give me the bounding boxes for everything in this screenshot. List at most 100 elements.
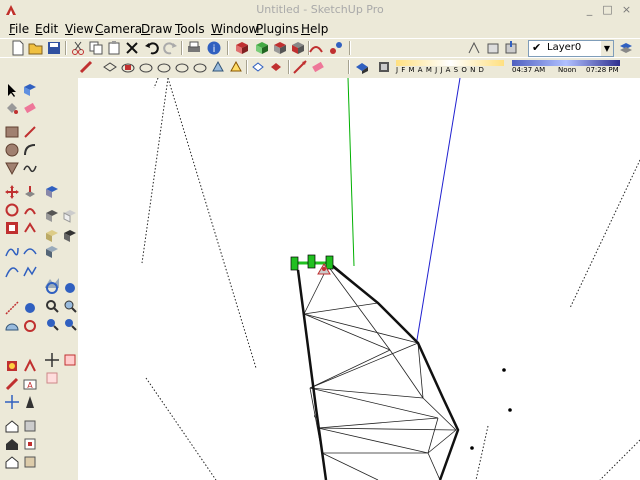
cut-icon[interactable] bbox=[70, 40, 86, 56]
solid-union-icon[interactable] bbox=[44, 208, 60, 224]
model-viewport[interactable] bbox=[78, 78, 640, 480]
protractor-icon[interactable] bbox=[4, 318, 20, 334]
extension-warehouse-icon[interactable] bbox=[22, 436, 38, 452]
iso-view-icon[interactable] bbox=[102, 59, 118, 75]
spline-icon[interactable] bbox=[22, 244, 38, 260]
undo-icon[interactable] bbox=[144, 40, 160, 56]
maximize-button[interactable]: □ bbox=[601, 4, 614, 16]
zoom-extents-icon[interactable] bbox=[44, 316, 60, 332]
save-icon[interactable] bbox=[46, 40, 62, 56]
shaded-style-icon[interactable] bbox=[268, 59, 284, 75]
walk-icon[interactable] bbox=[44, 370, 60, 386]
eraser-icon[interactable] bbox=[310, 59, 326, 75]
intersect-icon[interactable] bbox=[44, 184, 60, 200]
minimize-button[interactable]: _ bbox=[583, 4, 596, 16]
warehouse-tool-icon[interactable] bbox=[4, 418, 20, 434]
arc-icon[interactable] bbox=[22, 142, 38, 158]
open-folder-icon[interactable] bbox=[28, 40, 44, 56]
hidden-line-style-icon[interactable] bbox=[250, 59, 266, 75]
dynamic-component-icon[interactable] bbox=[272, 40, 288, 56]
polyline-icon[interactable] bbox=[22, 264, 38, 280]
get-models-icon[interactable] bbox=[485, 40, 501, 56]
look-around-tool-icon[interactable] bbox=[4, 394, 20, 410]
erase-icon[interactable] bbox=[124, 40, 140, 56]
xray-style-icon[interactable] bbox=[210, 59, 226, 75]
redo-icon[interactable] bbox=[162, 40, 178, 56]
pan-icon[interactable] bbox=[62, 280, 78, 296]
push-pull-icon[interactable] bbox=[22, 184, 38, 200]
move-tool-icon[interactable] bbox=[4, 184, 20, 200]
freehand-icon[interactable] bbox=[22, 160, 38, 176]
look-around-icon[interactable] bbox=[62, 352, 78, 368]
zoom-icon[interactable] bbox=[44, 298, 60, 314]
layer-manager-icon[interactable] bbox=[618, 40, 634, 56]
dimension-icon[interactable] bbox=[4, 300, 20, 316]
top-view-icon[interactable] bbox=[120, 59, 136, 75]
menu-draw[interactable]: Draw bbox=[141, 22, 172, 36]
share-model-icon[interactable] bbox=[503, 40, 519, 56]
left-view-icon[interactable] bbox=[192, 59, 208, 75]
orbit-icon[interactable] bbox=[44, 280, 60, 296]
pencil-icon[interactable] bbox=[78, 59, 94, 75]
front-view-icon[interactable] bbox=[138, 59, 154, 75]
sandbox-scratch-icon[interactable] bbox=[328, 40, 344, 56]
components-browser-icon[interactable] bbox=[22, 418, 38, 434]
tape-measure-icon[interactable] bbox=[22, 300, 38, 316]
wireframe-style-icon[interactable] bbox=[228, 59, 244, 75]
label-icon[interactable]: A bbox=[22, 376, 38, 392]
selection-grip[interactable] bbox=[290, 256, 299, 271]
walk-tool-icon[interactable] bbox=[22, 394, 38, 410]
offset-icon[interactable] bbox=[22, 220, 38, 236]
rotate-icon[interactable] bbox=[4, 202, 20, 218]
bezier-curve-icon[interactable] bbox=[4, 244, 20, 260]
building-maker-icon[interactable] bbox=[4, 454, 20, 470]
menu-plugins[interactable]: Plugins bbox=[256, 22, 299, 36]
make-component-icon[interactable] bbox=[234, 40, 250, 56]
rectangle-icon[interactable] bbox=[4, 124, 20, 140]
move-icon[interactable] bbox=[292, 59, 308, 75]
line-icon[interactable] bbox=[22, 124, 38, 140]
circle-icon[interactable] bbox=[4, 142, 20, 158]
paint-bucket-icon[interactable] bbox=[4, 100, 20, 116]
scale-icon[interactable] bbox=[4, 220, 20, 236]
shadow-settings-icon[interactable] bbox=[354, 59, 370, 75]
menu-camera[interactable]: Camera bbox=[95, 22, 142, 36]
chevron-down-icon[interactable]: ▼ bbox=[601, 41, 613, 56]
section-plane-icon[interactable] bbox=[22, 318, 38, 334]
model-info-icon[interactable]: i bbox=[206, 40, 222, 56]
back-view-icon[interactable] bbox=[174, 59, 190, 75]
solid-outer-shell-icon[interactable] bbox=[62, 208, 78, 224]
menu-edit[interactable]: Edit bbox=[35, 22, 58, 36]
3d-text-icon[interactable] bbox=[4, 376, 20, 392]
solid-subtract-icon[interactable] bbox=[44, 228, 60, 244]
copy-icon[interactable] bbox=[88, 40, 104, 56]
new-file-icon[interactable] bbox=[10, 40, 26, 56]
drawing-canvas[interactable] bbox=[78, 78, 640, 480]
polygon-icon[interactable] bbox=[4, 160, 20, 176]
warehouse-icon[interactable] bbox=[466, 40, 482, 56]
interact-icon[interactable] bbox=[290, 40, 306, 56]
solid-trim-icon[interactable] bbox=[62, 228, 78, 244]
paste-icon[interactable] bbox=[106, 40, 122, 56]
sandbox-from-contours-icon[interactable] bbox=[308, 40, 324, 56]
display-shadows-icon[interactable] bbox=[376, 59, 392, 75]
selection-grip[interactable] bbox=[307, 254, 316, 269]
zoom-window-icon[interactable] bbox=[62, 298, 78, 314]
axes-icon[interactable] bbox=[4, 358, 20, 374]
menu-view[interactable]: View bbox=[65, 22, 93, 36]
menu-file[interactable]: File bbox=[9, 22, 29, 36]
menu-help[interactable]: Help bbox=[301, 22, 328, 36]
menu-window[interactable]: Window bbox=[211, 22, 258, 36]
eraser-tool-icon[interactable] bbox=[22, 100, 38, 116]
curve-tool-icon[interactable] bbox=[4, 264, 20, 280]
close-button[interactable]: × bbox=[620, 4, 633, 16]
previous-view-icon[interactable] bbox=[62, 316, 78, 332]
position-camera-icon[interactable] bbox=[44, 352, 60, 368]
right-view-icon[interactable] bbox=[156, 59, 172, 75]
follow-me-icon[interactable] bbox=[22, 202, 38, 218]
photo-textures-icon[interactable] bbox=[22, 454, 38, 470]
home-icon[interactable] bbox=[4, 436, 20, 452]
print-icon[interactable] bbox=[186, 40, 202, 56]
component-options-icon[interactable] bbox=[254, 40, 270, 56]
soften-edges-icon[interactable] bbox=[44, 244, 60, 260]
